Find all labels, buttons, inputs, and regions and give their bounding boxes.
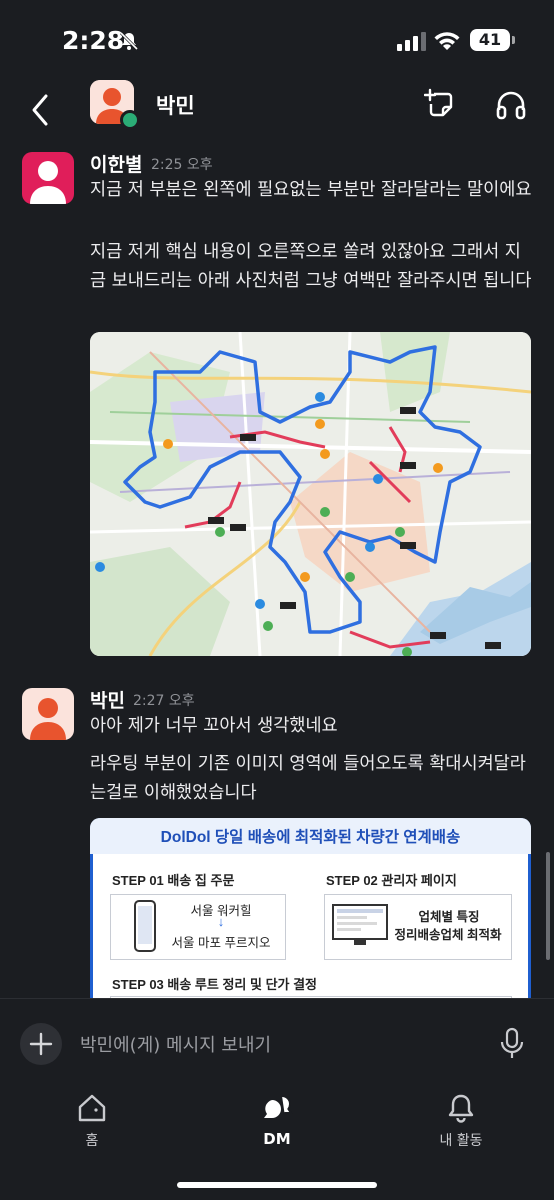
tab-home[interactable]: 홈	[32, 1092, 152, 1162]
monitor-icon	[332, 904, 388, 945]
conversation-header: 박민	[0, 80, 554, 142]
battery-indicator: 41	[470, 29, 510, 51]
map-image-attachment[interactable]	[90, 332, 531, 656]
microphone-icon[interactable]	[498, 1027, 526, 1061]
step-1-arrow: ↓	[217, 914, 225, 929]
back-button[interactable]	[26, 88, 56, 132]
canvas-add-icon[interactable]	[424, 88, 456, 120]
tab-label-home: 홈	[85, 1133, 99, 1149]
phone-icon	[134, 900, 156, 952]
sender-name[interactable]: 박민	[90, 686, 125, 713]
route-map-graphic	[90, 332, 531, 656]
status-bar: 2:28 41	[0, 0, 554, 80]
tab-activity[interactable]: 내 활동	[401, 1092, 521, 1162]
tab-dm[interactable]: DM	[217, 1092, 337, 1162]
message-scrollbar[interactable]	[546, 852, 550, 960]
conversation-title[interactable]: 박민	[156, 90, 195, 120]
plus-icon	[29, 1032, 53, 1056]
message-timestamp: 2:27 오후	[133, 693, 195, 709]
bell-icon	[448, 1094, 474, 1123]
message-text: 지금 저게 핵심 내용이 오른쪽으로 쏠려 있잖아요 그래서 지금 보내드리는 …	[90, 242, 532, 291]
dm-icon	[264, 1095, 293, 1118]
cellular-signal-icon	[397, 32, 426, 51]
message-timestamp: 2:25 오후	[151, 157, 213, 173]
step-2-line-1: 업체별 특징	[418, 910, 480, 924]
step-2-line-2: 정리배송업체 최적화	[394, 928, 502, 942]
document-title: DolDol 당일 배송에 최적화된 차량간 연계배송	[160, 829, 461, 846]
status-time: 2:28	[62, 26, 125, 55]
attach-button[interactable]	[20, 1023, 62, 1065]
home-icon	[78, 1094, 106, 1122]
document-image-attachment[interactable]: DolDol 당일 배송에 최적화된 차량간 연계배송 STEP 01 배송 집…	[90, 818, 531, 1000]
silent-bell-icon	[119, 31, 139, 51]
tab-label-activity: 내 활동	[439, 1133, 483, 1149]
message-text: 라우팅 부분이 기존 이미지 영역에 들어오도록 확대시켜달라는걸로 이해했었습…	[90, 754, 526, 803]
home-indicator[interactable]	[177, 1182, 377, 1188]
message-list[interactable]: 이한별 2:25 오후 지금 저 부분은 왼쪽에 필요없는 부분만 잘라달라는 …	[0, 142, 554, 1000]
battery-tip	[512, 36, 515, 44]
presence-indicator	[120, 110, 140, 130]
message-input[interactable]	[78, 1028, 482, 1062]
sender-avatar[interactable]	[22, 688, 74, 740]
message-text: 지금 저 부분은 왼쪽에 필요없는 부분만 잘라달라는 말이에요	[90, 180, 532, 200]
user-silhouette-icon	[22, 688, 74, 740]
wifi-icon	[434, 32, 460, 50]
tab-label-dm: DM	[263, 1130, 291, 1148]
headphones-icon[interactable]	[494, 88, 528, 122]
sender-name[interactable]: 이한별	[90, 150, 142, 177]
step-3-label: STEP 03 배송 루트 정리 및 단가 결정	[112, 977, 318, 992]
message-composer	[0, 998, 554, 1083]
sender-avatar[interactable]	[22, 152, 74, 204]
step-1-destination: 서울 마포 푸르지오	[171, 936, 271, 950]
message-text: 아아 제가 너무 꼬아서 생각했네요	[90, 716, 338, 736]
step-2-label: STEP 02 관리자 페이지	[326, 873, 457, 888]
step-1-label: STEP 01 배송 집 주문	[112, 873, 235, 888]
user-silhouette-icon	[22, 152, 74, 204]
